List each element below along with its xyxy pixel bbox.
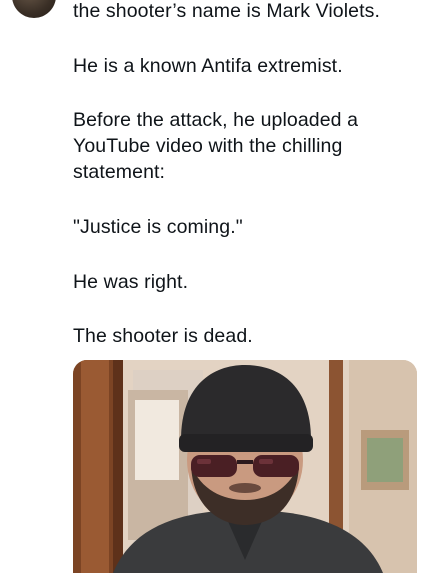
post-text-line-2: He is a known Antifa extremist.	[73, 55, 343, 77]
post-text-line-5: He was right.	[73, 271, 189, 293]
post-text-line-3: Before the attack, he uploaded a YouTube…	[73, 109, 364, 183]
post-text-quote: "Justice is coming."	[73, 216, 243, 238]
post-media-photo[interactable]	[73, 360, 417, 573]
author-avatar[interactable]	[12, 0, 56, 18]
post-text-line-1: the shooter’s name is Mark Violets.	[73, 0, 380, 22]
post-text-line-6: The shooter is dead.	[73, 325, 253, 347]
photo-image	[73, 360, 417, 573]
